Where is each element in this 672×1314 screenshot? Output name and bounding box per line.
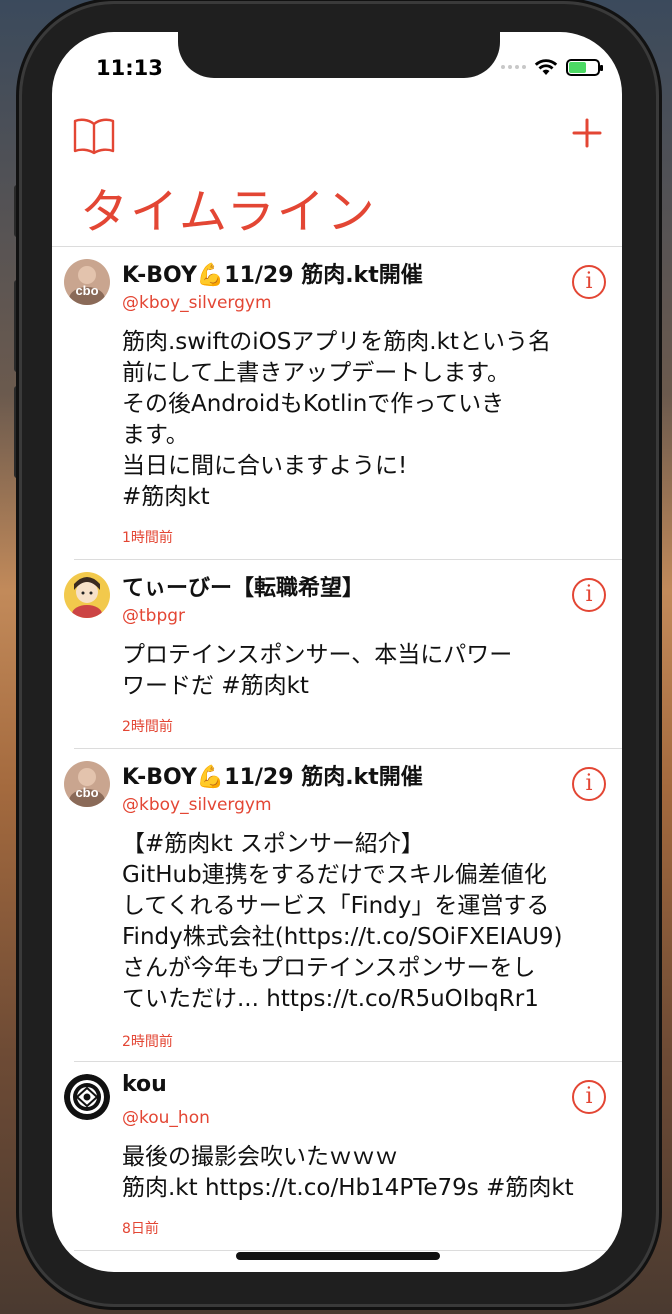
screen: 11:13 タイムライン cbo K-BOY💪11/29 筋肉.kt開催 @kb… xyxy=(52,32,622,1272)
tweet-cell[interactable]: cbo K-BOY💪11/29 筋肉.kt開催 @kboy_silvergym … xyxy=(52,247,622,560)
avatar[interactable]: cbo xyxy=(64,761,110,807)
tweet-timestamp: 8日前 xyxy=(122,1221,159,1237)
tweet-author-name: kou xyxy=(122,1072,167,1097)
wifi-icon xyxy=(534,59,558,75)
avatar[interactable]: cbo xyxy=(64,259,110,305)
info-icon[interactable]: i xyxy=(572,767,606,801)
tweet-timestamp: 1時間前 xyxy=(122,530,173,546)
svg-text:cbo: cbo xyxy=(75,283,98,298)
tweet-author-handle[interactable]: @kboy_silvergym xyxy=(122,293,272,313)
battery-icon xyxy=(566,58,603,76)
info-icon[interactable]: i xyxy=(572,1080,606,1114)
cell-separator xyxy=(74,1250,622,1251)
home-indicator[interactable] xyxy=(236,1252,440,1260)
info-icon[interactable]: i xyxy=(572,578,606,612)
svg-text:cbo: cbo xyxy=(75,785,98,800)
status-icons xyxy=(501,58,603,76)
status-time: 11:13 xyxy=(96,56,163,80)
tweet-text: 【#筋肉kt スポンサー紹介】 GitHub連携をするだけでスキル偏差値化 して… xyxy=(122,831,563,1012)
tweet-author-handle[interactable]: @kboy_silvergym xyxy=(122,795,272,815)
tweet-text: 筋肉.swiftのiOSアプリを筋肉.ktという名 前にして上書きアップデートし… xyxy=(122,329,551,510)
info-icon[interactable]: i xyxy=(572,265,606,299)
notch xyxy=(178,32,500,78)
volume-up-button xyxy=(14,280,22,372)
tweet-author-name: K-BOY💪11/29 筋肉.kt開催 xyxy=(122,765,423,790)
tweet-author-name: K-BOY💪11/29 筋肉.kt開催 xyxy=(122,263,423,288)
tweet-cell[interactable]: kou @kou_hon 最後の撮影会吹いたｗｗｗ 筋肉.kt https://… xyxy=(52,1062,622,1251)
page-title: タイムライン xyxy=(80,184,377,240)
avatar[interactable] xyxy=(64,572,110,618)
volume-down-button xyxy=(14,386,22,478)
navigation-bar xyxy=(52,110,622,170)
tweet-author-handle[interactable]: @tbpgr xyxy=(122,606,185,626)
signal-icon xyxy=(501,65,526,69)
tweet-text: プロテインスポンサー、本当にパワー ワードだ #筋肉kt xyxy=(122,642,513,699)
book-icon[interactable] xyxy=(72,116,116,156)
timeline-list[interactable]: cbo K-BOY💪11/29 筋肉.kt開催 @kboy_silvergym … xyxy=(52,247,622,1251)
plus-icon[interactable] xyxy=(572,118,602,148)
tweet-cell[interactable]: cbo K-BOY💪11/29 筋肉.kt開催 @kboy_silvergym … xyxy=(52,749,622,1062)
tweet-cell[interactable]: てぃーびー【転職希望】 @tbpgr プロテインスポンサー、本当にパワー ワード… xyxy=(52,560,622,749)
tweet-timestamp: 2時間前 xyxy=(122,1034,173,1050)
silent-switch xyxy=(14,185,22,237)
tweet-author-name: てぃーびー【転職希望】 xyxy=(122,576,365,601)
tweet-author-handle[interactable]: @kou_hon xyxy=(122,1108,210,1128)
avatar[interactable] xyxy=(64,1074,110,1120)
tweet-text: 最後の撮影会吹いたｗｗｗ 筋肉.kt https://t.co/Hb14PTe7… xyxy=(122,1144,574,1201)
tweet-timestamp: 2時間前 xyxy=(122,719,173,735)
